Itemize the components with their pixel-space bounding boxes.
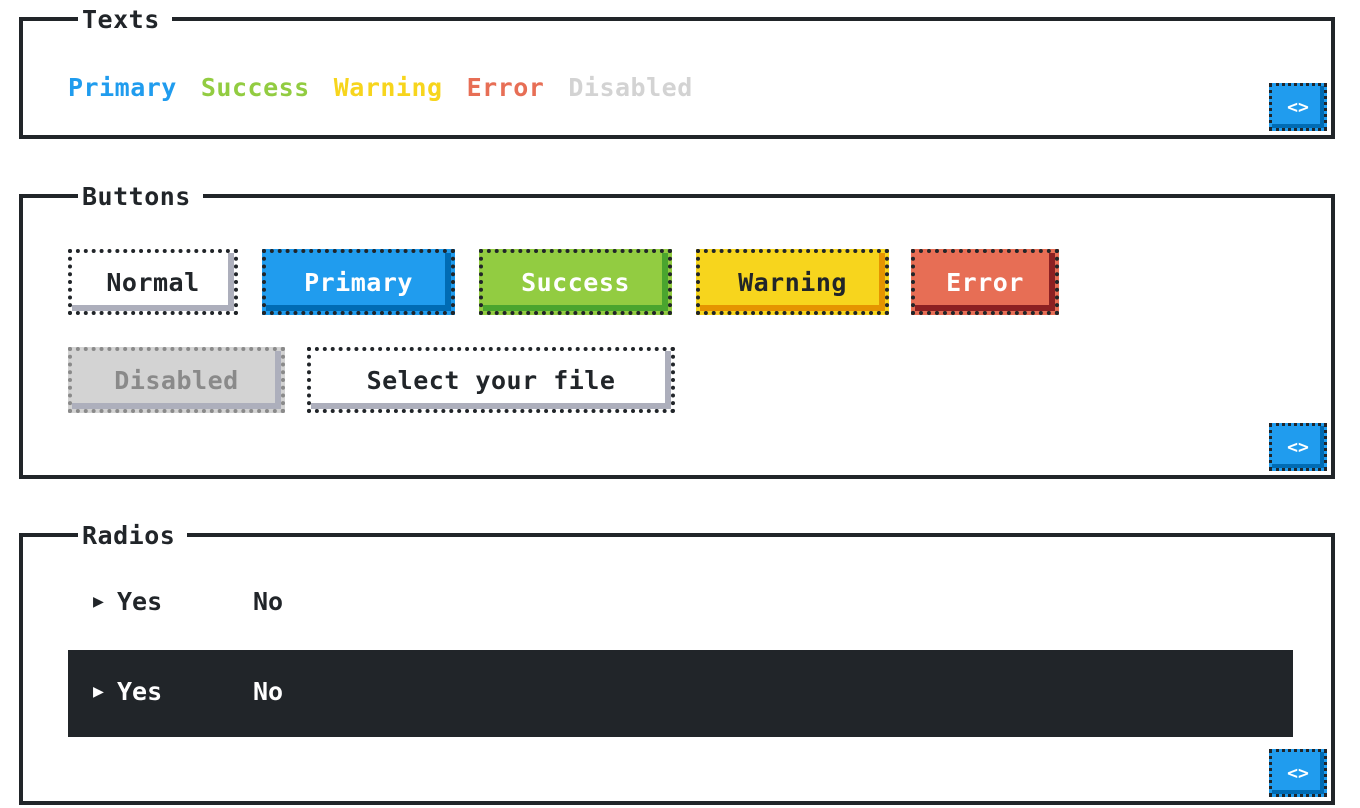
- radio-yes[interactable]: ▶ Yes: [93, 587, 253, 616]
- radio-yes-dark-label: Yes: [117, 677, 163, 706]
- disabled-button: Disabled: [68, 347, 285, 413]
- primary-button[interactable]: Primary: [262, 249, 455, 315]
- text-primary: Primary: [68, 73, 177, 102]
- radios-code-button[interactable]: <>: [1269, 749, 1327, 797]
- arrow-right-icon: ▶: [93, 681, 104, 702]
- file-select-button[interactable]: Select your file: [307, 347, 675, 413]
- radio-yes-dark[interactable]: ▶ Yes: [93, 677, 253, 706]
- radio-no-dark[interactable]: No: [253, 677, 413, 706]
- radio-no-dark-label: No: [253, 677, 284, 706]
- text-disabled: Disabled: [568, 73, 693, 102]
- success-button[interactable]: Success: [479, 249, 672, 315]
- warning-button[interactable]: Warning: [696, 249, 889, 315]
- text-success: Success: [200, 73, 310, 102]
- radio-yes-label: Yes: [117, 587, 163, 616]
- buttons-code-button[interactable]: <>: [1269, 423, 1327, 471]
- radio-group-dark: ▶ Yes No: [93, 677, 413, 706]
- text-warning: Warning: [333, 73, 443, 102]
- buttons-panel-title: Buttons: [78, 182, 203, 212]
- texts-panel-title: Texts: [78, 5, 172, 35]
- texts-code-button[interactable]: <>: [1269, 83, 1327, 131]
- code-icon: <>: [1287, 762, 1309, 784]
- buttons-panel: Buttons Normal Primary Success Warning E…: [19, 182, 1335, 479]
- radios-panel: Radios ▶ Yes No ▶ Yes No <>: [19, 521, 1335, 805]
- normal-button[interactable]: Normal: [68, 249, 238, 315]
- code-icon: <>: [1287, 436, 1309, 458]
- error-button[interactable]: Error: [911, 249, 1059, 315]
- code-icon: <>: [1287, 96, 1309, 118]
- arrow-right-icon: ▶: [93, 591, 104, 612]
- dark-radio-container: ▶ Yes No: [68, 650, 1293, 737]
- radios-panel-title: Radios: [78, 521, 188, 551]
- text-samples: Primary Success Warning Error Disabled: [68, 73, 717, 102]
- texts-panel: Texts Primary Success Warning Error Disabled…: [19, 5, 1335, 139]
- radio-no-label: No: [253, 587, 284, 616]
- radio-group-light: ▶ Yes No: [93, 587, 413, 616]
- radio-no[interactable]: No: [253, 587, 413, 616]
- text-error: Error: [466, 73, 545, 102]
